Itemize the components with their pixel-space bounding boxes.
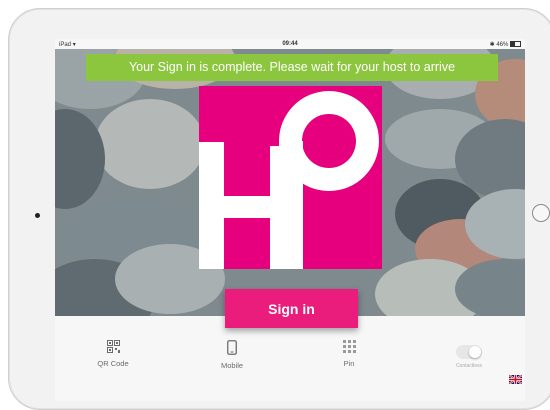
- pin-label: Pin: [343, 359, 355, 368]
- uk-flag-icon[interactable]: [509, 375, 522, 384]
- mobile-phone-icon: [227, 340, 237, 355]
- signin-complete-banner: Your Sign in is complete. Please wait fo…: [86, 54, 498, 81]
- ipad-frame: iPad ▾ 09:44 ✱ 46% Your Sign in is compl…: [8, 8, 550, 410]
- qr-code-icon: [106, 340, 120, 353]
- option-mobile[interactable]: Mobile: [212, 340, 252, 370]
- contactless-label: Contactless: [455, 363, 483, 369]
- home-button[interactable]: [532, 204, 550, 222]
- status-right: ✱ 46%: [490, 41, 521, 48]
- hp-logo: [199, 86, 382, 269]
- option-contactless[interactable]: Contactless: [445, 345, 493, 369]
- status-bar: iPad ▾ 09:44 ✱ 46%: [55, 39, 525, 49]
- battery-level: 46%: [496, 42, 509, 48]
- keypad-icon: [342, 340, 356, 353]
- contactless-toggle[interactable]: [456, 345, 482, 359]
- app-screen: iPad ▾ 09:44 ✱ 46% Your Sign in is compl…: [55, 39, 525, 401]
- mobile-label: Mobile: [220, 361, 244, 370]
- option-pin[interactable]: Pin: [329, 340, 369, 368]
- front-camera: [35, 213, 40, 218]
- option-qr-code[interactable]: QR Code: [93, 340, 133, 368]
- battery-icon: [510, 41, 521, 48]
- qr-code-label: QR Code: [97, 359, 129, 368]
- sign-in-button[interactable]: Sign in: [225, 289, 358, 328]
- bluetooth-icon: ✱: [489, 42, 495, 48]
- status-time: 09:44: [282, 41, 298, 47]
- hp-logo-mark: [199, 86, 382, 269]
